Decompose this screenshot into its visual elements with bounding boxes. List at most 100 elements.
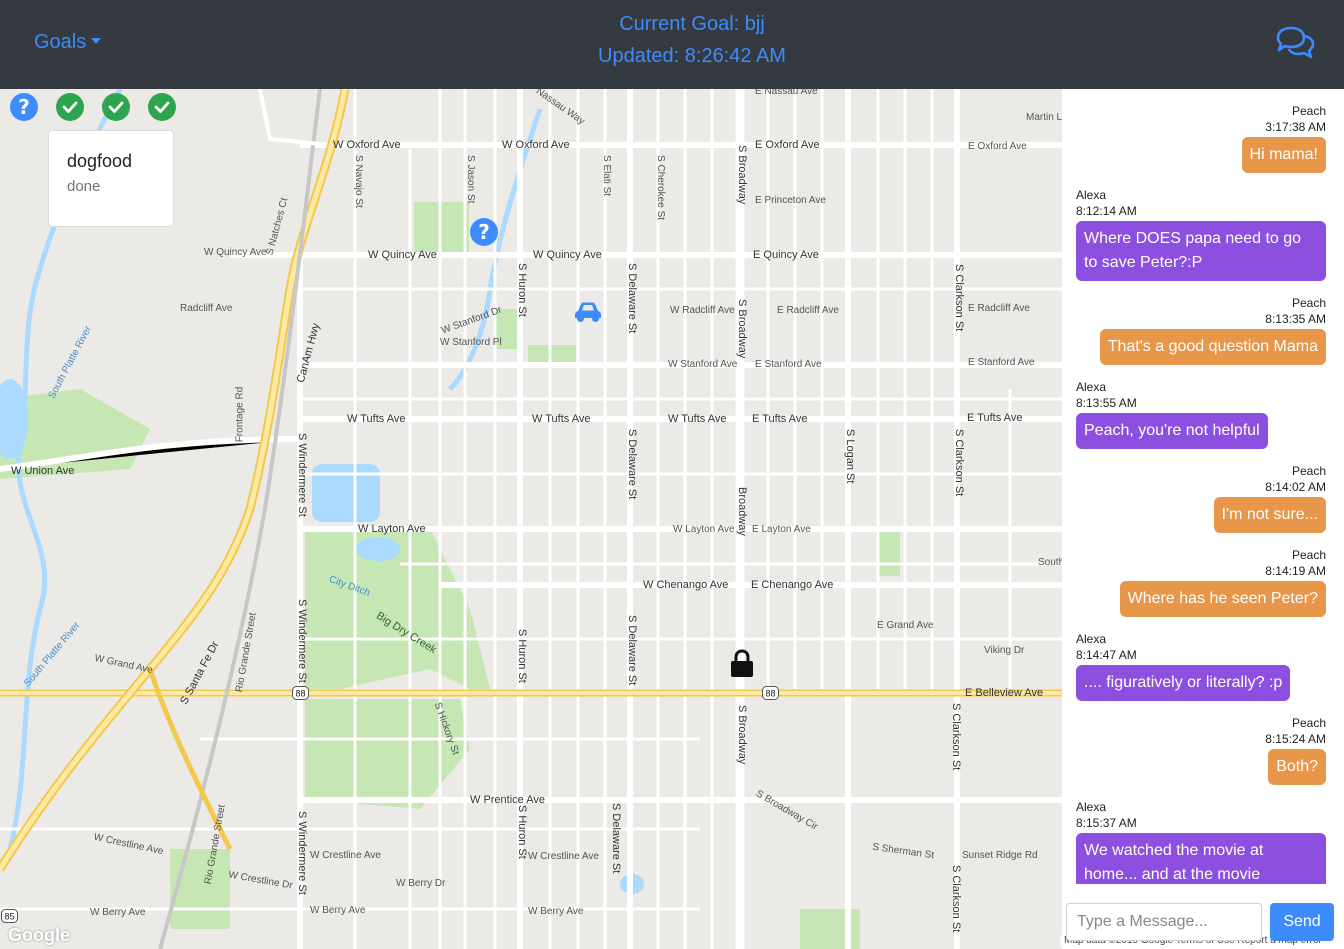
chat-message: Alexa 8:15:37 AM We watched the movie at…: [1076, 799, 1326, 884]
chat-message: Alexa 8:14:47 AM .... figuratively or li…: [1076, 631, 1326, 701]
street-label: E Quincy Ave: [753, 249, 819, 261]
message-bubble: Peach, you're not helpful: [1076, 413, 1268, 449]
street-label: Viking Dr: [984, 645, 1025, 656]
message-time: 8:14:02 AM: [1265, 480, 1326, 494]
street-label: W Quincy Ave: [533, 249, 602, 261]
street-label: E Oxford Ave: [968, 141, 1027, 152]
street-label: S Jason St: [465, 155, 476, 204]
car-icon[interactable]: [574, 301, 602, 323]
map[interactable]: W Oxford Ave W Oxford Ave E Oxford Ave E…: [0, 89, 1062, 949]
street-label: W Chenango Ave: [643, 579, 729, 591]
street-label: South: [1038, 557, 1062, 568]
highway-shield-icon: 85: [1, 909, 18, 923]
chat-icon[interactable]: [1274, 25, 1316, 61]
message-time: 8:12:14 AM: [1076, 204, 1137, 218]
message-sender: Alexa: [1076, 632, 1107, 646]
street-label: W Berry Ave: [528, 906, 584, 917]
chat-panel[interactable]: Peach 3:17:38 AM Hi mama! Alexa 8:12:14 …: [1062, 89, 1344, 884]
message-sender: Peach: [1291, 464, 1326, 478]
chat-message: Peach 8:14:19 AM Where has he seen Peter…: [1076, 547, 1326, 617]
chat-message: Peach 8:15:24 AM Both?: [1076, 715, 1326, 785]
street-label: Frontage Rd: [234, 386, 246, 443]
message-time: 8:14:19 AM: [1265, 564, 1326, 578]
street-label: S Broadway: [736, 145, 748, 205]
message-bubble: Both?: [1268, 749, 1326, 785]
street-label: Radcliff Ave: [180, 303, 233, 314]
highway-shield-number: 88: [295, 689, 305, 699]
street-label: E Tufts Ave: [752, 413, 808, 425]
street-label: S Windermere St: [296, 433, 308, 517]
street-label: W Oxford Ave: [333, 139, 401, 151]
street-label: S Delaware St: [626, 263, 638, 334]
goal-popup-card: dogfood done: [48, 130, 174, 227]
chat-message: Peach 8:14:02 AM I'm not sure...: [1076, 463, 1326, 533]
street-label: S Elati St: [601, 155, 612, 197]
message-sender: Alexa: [1076, 188, 1107, 202]
street-label: S Broadway: [736, 705, 748, 765]
street-label: S Clarkson St: [953, 264, 965, 332]
send-button[interactable]: Send: [1270, 903, 1334, 941]
highway-shield-icon: 88: [762, 686, 779, 700]
street-label: S Logan St: [844, 429, 856, 484]
street-label: E Radcliff Ave: [968, 303, 1030, 314]
message-sender: Peach: [1291, 716, 1326, 730]
question-icon[interactable]: ?: [10, 93, 38, 121]
lock-icon[interactable]: [729, 649, 755, 679]
street-label: W Berry Ave: [310, 905, 366, 916]
message-sender: Peach: [1291, 104, 1326, 118]
street-label: S Windermere St: [296, 599, 308, 683]
check-icon[interactable]: [102, 93, 130, 121]
chat-message: Peach 8:13:35 AM That's a good question …: [1076, 295, 1326, 365]
message-bubble: Where DOES papa need to go to save Peter…: [1076, 221, 1326, 281]
street-label: S Delaware St: [626, 429, 638, 500]
street-label: S Huron St: [516, 805, 528, 859]
street-label: W Quincy Ave: [204, 247, 267, 258]
street-label: W Layton Ave: [673, 524, 735, 535]
street-label: S Huron St: [516, 263, 528, 317]
street-label: S Delaware St: [626, 615, 638, 686]
goal-status: done: [67, 178, 101, 195]
street-label: E Stanford Ave: [755, 359, 822, 370]
street-label: E Radcliff Ave: [777, 305, 839, 316]
message-bubble: .... figuratively or literally? :p: [1076, 665, 1291, 701]
street-label: W Tufts Ave: [532, 413, 591, 425]
street-label: E Princeton Ave: [755, 195, 826, 206]
street-label: E Layton Ave: [752, 524, 811, 535]
street-label: Martin Ln: [1026, 112, 1062, 123]
chat-message: Peach 3:17:38 AM Hi mama!: [1076, 103, 1326, 173]
street-label: E Grand Ave: [877, 620, 934, 631]
check-icon[interactable]: [148, 93, 176, 121]
street-label: W Crestline Ave: [528, 851, 599, 862]
street-label: W Union Ave: [11, 465, 75, 477]
map-question-marker-icon[interactable]: ?: [470, 218, 498, 246]
street-label: W Tufts Ave: [347, 413, 406, 425]
chat-message-input[interactable]: [1066, 903, 1262, 941]
street-label: W Layton Ave: [358, 523, 426, 535]
check-icon[interactable]: [56, 93, 84, 121]
message-sender: Alexa: [1076, 380, 1107, 394]
message-time: 8:13:35 AM: [1265, 312, 1326, 326]
google-logo: Google: [8, 925, 70, 945]
street-label: W Oxford Ave: [502, 139, 570, 151]
goal-info: Current Goal: bjj Updated: 8:26:42 AM: [0, 8, 1344, 72]
chat-message: Alexa 8:12:14 AM Where DOES papa need to…: [1076, 187, 1326, 281]
top-navbar: Goals Current Goal: bjj Updated: 8:26:42…: [0, 0, 1344, 89]
goal-name: dogfood: [67, 151, 133, 171]
street-label: W Berry Ave: [90, 907, 146, 918]
message-sender: Peach: [1291, 296, 1326, 310]
message-time: 8:15:24 AM: [1265, 732, 1326, 746]
street-label: S Cherokee St: [655, 155, 666, 221]
message-time: 8:15:37 AM: [1076, 816, 1137, 830]
street-label: S Clarkson St: [953, 429, 965, 497]
street-label: E Tufts Ave: [967, 412, 1023, 424]
message-sender: Alexa: [1076, 800, 1107, 814]
message-bubble: We watched the movie at home... and at t…: [1076, 833, 1326, 884]
message-bubble: I'm not sure...: [1213, 497, 1326, 533]
highway-shield-number: 85: [4, 912, 14, 922]
street-label: W Berry Dr: [396, 878, 446, 889]
street-label: S Windermere St: [296, 811, 308, 895]
highway-shield-icon: 88: [292, 686, 309, 700]
current-goal: Current Goal: bjj: [619, 13, 765, 35]
street-label: W Stanford Ave: [668, 359, 738, 370]
chat-message: Alexa 8:13:55 AM Peach, you're not helpf…: [1076, 379, 1326, 449]
